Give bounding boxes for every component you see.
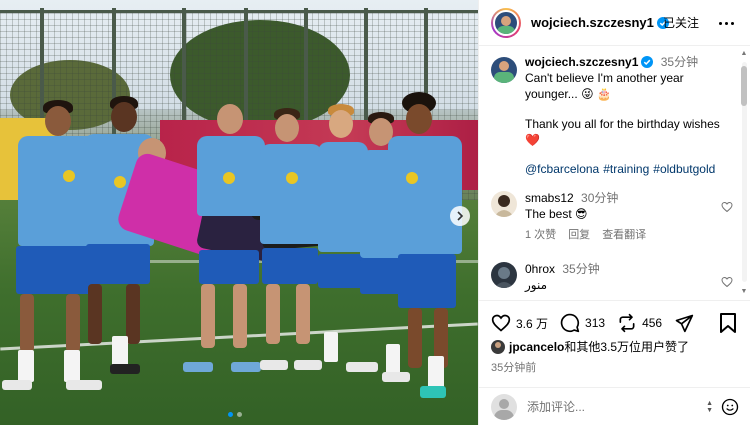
- comment-text: منور: [525, 278, 548, 292]
- comment-item: 0hrox 35分钟 منور: [491, 262, 739, 293]
- commenter-avatar[interactable]: [491, 191, 517, 217]
- repost-icon[interactable]: [617, 313, 637, 333]
- repost-action[interactable]: 456: [617, 313, 662, 333]
- carousel-dot: [237, 412, 242, 417]
- caption-emojis: 😜 🎂: [581, 87, 612, 101]
- liked-by-line: jpcancelo 和其他3.5万位用户赞了: [491, 338, 689, 355]
- caption-time: 35分钟: [660, 55, 699, 69]
- comment-like-icon[interactable]: [721, 276, 733, 288]
- comment-time: 35分钟: [562, 262, 600, 276]
- photo-fence-rail: [0, 10, 478, 13]
- comment-reply-button[interactable]: 回复: [568, 228, 590, 243]
- emoji-icon[interactable]: [721, 398, 739, 416]
- heart-emoji: ❤️: [525, 133, 540, 147]
- post-time: 35分钟前: [491, 362, 537, 374]
- comment-like-icon[interactable]: [721, 201, 733, 213]
- input-spinner-icon[interactable]: ▲ ▼: [706, 400, 713, 414]
- more-options-icon[interactable]: [719, 16, 737, 30]
- post-actions: 3.6 万 313 456 jpcancelo 和其他3.5万位用户赞了 35分钟…: [479, 300, 750, 425]
- caption-line: Thank you all for the birthday wishes: [525, 117, 720, 131]
- comment-emoji: 😎: [575, 207, 588, 221]
- share-action[interactable]: [674, 313, 694, 333]
- comment-time: 30分钟: [581, 191, 619, 205]
- hashtag-link[interactable]: #training: [603, 162, 649, 176]
- chevron-right-icon: [457, 211, 464, 221]
- current-user-avatar: [491, 394, 517, 420]
- carousel-dots: [228, 412, 242, 417]
- comment-text: The best 😎: [525, 207, 588, 221]
- likes-count: 3.6 万: [516, 316, 549, 331]
- caption-line: Can't believe I'm another year: [525, 71, 684, 85]
- bookmark-icon[interactable]: [719, 313, 737, 333]
- post-side-panel: wojciech.szczesny1 已关注 wojciech.szczesny…: [478, 0, 750, 425]
- comment-likes[interactable]: 1 次赞: [525, 228, 556, 243]
- post-photo: [0, 0, 478, 425]
- commenter-avatar-image: [494, 195, 514, 217]
- comment-bubble-icon[interactable]: [560, 313, 580, 333]
- comment-username[interactable]: 0hrox: [525, 262, 555, 276]
- scroll-up-icon[interactable]: ▲: [740, 50, 748, 58]
- comments-scrollbar[interactable]: ▲ ▼: [740, 50, 748, 298]
- comments-count: 313: [585, 316, 606, 330]
- commenter-avatar[interactable]: [491, 262, 517, 288]
- send-icon[interactable]: [674, 313, 694, 333]
- author-username[interactable]: wojciech.szczesny1: [531, 15, 669, 30]
- like-action[interactable]: 3.6 万: [491, 313, 548, 333]
- scroll-thumb[interactable]: [741, 66, 747, 106]
- liker-avatar[interactable]: [491, 339, 505, 354]
- liked-by-rest[interactable]: 和其他3.5万位用户赞了: [564, 338, 689, 355]
- scroll-down-icon[interactable]: ▼: [740, 288, 748, 296]
- comment-username[interactable]: smabs12: [525, 191, 574, 205]
- caption-line: younger... 😜 🎂: [525, 87, 612, 101]
- add-comment-input[interactable]: [527, 400, 687, 414]
- following-button[interactable]: 已关注: [663, 14, 699, 31]
- post-caption: wojciech.szczesny1 35分钟 Can't believe I'…: [491, 55, 739, 177]
- comment-action[interactable]: 313: [560, 313, 605, 333]
- liker-username[interactable]: jpcancelo: [509, 340, 564, 354]
- heart-icon[interactable]: [491, 313, 511, 333]
- comment-translate-button[interactable]: 查看翻译: [602, 228, 646, 243]
- caption-hashtags: @fcbarcelona #training #oldbutgold: [525, 162, 739, 177]
- commenter-avatar-image: [494, 267, 514, 288]
- carousel-next-button[interactable]: [450, 206, 470, 226]
- hashtag-link[interactable]: #oldbutgold: [653, 162, 715, 176]
- carousel-dot-active: [228, 412, 233, 417]
- caption-author-avatar[interactable]: [491, 57, 517, 83]
- author-avatar[interactable]: [491, 7, 521, 38]
- comment-item: smabs12 30分钟 The best 😎 1 次赞 回复 查看翻译: [491, 191, 739, 243]
- comment-composer: ▲▼: [479, 387, 750, 425]
- verified-badge-icon: [641, 56, 654, 68]
- hashtag-link[interactable]: @fcbarcelona: [525, 162, 599, 176]
- caption-username[interactable]: wojciech.szczesny1: [525, 55, 638, 69]
- shares-count: 456: [642, 316, 663, 330]
- post-header: wojciech.szczesny1 已关注: [479, 0, 750, 46]
- comments-list[interactable]: wojciech.szczesny1 35分钟 Can't believe I'…: [479, 47, 750, 299]
